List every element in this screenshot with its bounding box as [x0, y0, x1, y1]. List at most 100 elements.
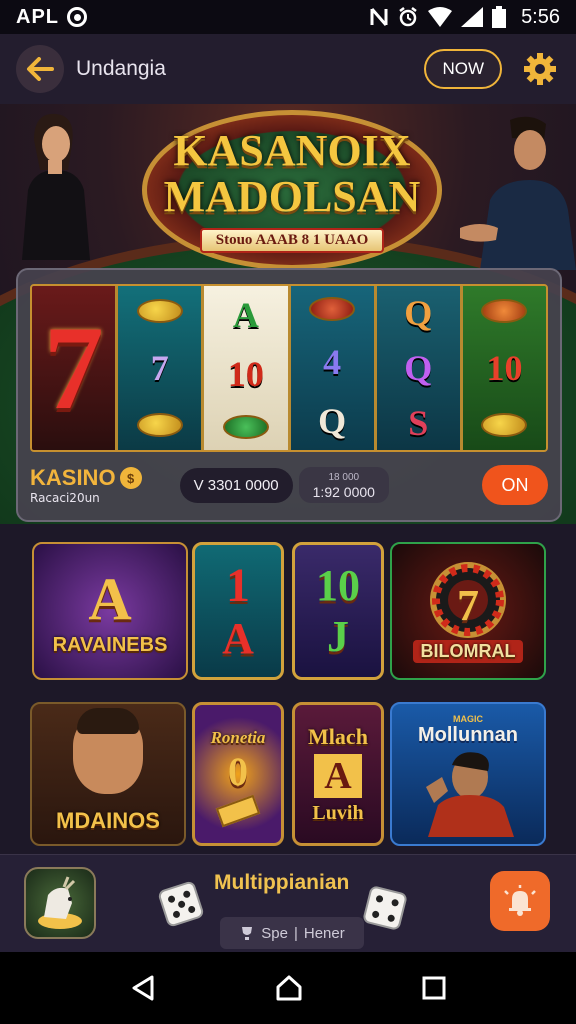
- now-button[interactable]: NOW: [424, 49, 502, 89]
- bell-icon: [504, 885, 536, 916]
- tile-label: Luvih: [312, 801, 364, 824]
- trophy-icon: [242, 927, 253, 940]
- reel-symbol: 7: [150, 347, 169, 388]
- game-tile[interactable]: MDAINOS: [30, 702, 186, 846]
- kasino-brand: KASINO $ Racaci20un: [30, 465, 142, 505]
- divider: |: [293, 924, 298, 942]
- recents-icon[interactable]: [422, 976, 446, 1000]
- reel-symbol: A: [232, 295, 259, 336]
- game-tile[interactable]: A RAVAINEBS: [32, 542, 188, 680]
- record-icon: [67, 7, 87, 27]
- tile-label: BILOMRAL: [412, 639, 524, 663]
- tile-symbol: 10: [316, 561, 360, 610]
- gem-icon: [136, 412, 183, 437]
- tile-symbol: 1: [226, 559, 250, 612]
- page-title: Undangia: [76, 57, 166, 80]
- tile-label: Ronetia: [210, 727, 266, 747]
- dock-sub-left: Spe: [261, 924, 288, 942]
- settings-button[interactable]: [520, 49, 560, 89]
- status-bar: APL 5:56: [0, 0, 576, 34]
- dealer-woman-image: [22, 113, 90, 260]
- gem-icon: [481, 299, 528, 324]
- reel-symbol: Q: [318, 400, 347, 441]
- game-tile[interactable]: 10 J: [292, 542, 384, 680]
- reel-3: A 10: [204, 286, 291, 450]
- game-tile[interactable]: 1 A: [192, 542, 284, 680]
- game-grid: A RAVAINEBS 1 A 10 J 7 BILOMRAL MDAINOS …: [0, 524, 576, 854]
- bottom-dock: Multippianian Spe | Hener: [0, 854, 576, 952]
- arrow-left-icon: [27, 57, 54, 81]
- reel-1: 7: [32, 286, 119, 450]
- nfc-icon: [370, 8, 388, 26]
- reel-symbol: Q: [404, 293, 433, 334]
- reel-symbol: S: [408, 402, 429, 443]
- back-button[interactable]: [16, 45, 64, 93]
- bet-label: 18 000: [328, 472, 360, 483]
- dock-title: Multippianian: [214, 871, 350, 894]
- tile-label: MDAINOS: [56, 808, 160, 833]
- tile-tag: MAGIC: [453, 714, 483, 724]
- app-shortcut[interactable]: [24, 867, 96, 939]
- tile-symbol: A: [314, 753, 362, 798]
- app-header: Undangia NOW: [0, 34, 576, 104]
- hero-character-image: [426, 752, 514, 837]
- reel-symbol: 10: [227, 353, 264, 394]
- game-tile[interactable]: Ronetia 0: [192, 702, 284, 846]
- logo-title-line1: KASANOIX: [173, 125, 411, 175]
- gem-icon: [309, 297, 356, 322]
- game-tile[interactable]: 7 BILOMRAL: [390, 542, 546, 680]
- reel-4: 4 Q: [290, 286, 377, 450]
- coin-icon: $: [119, 467, 142, 489]
- slot-controls: KASINO $ Racaci20un V 3301 0000 18 000 1…: [30, 460, 548, 510]
- gem-icon: [222, 414, 269, 439]
- dice-icon: [157, 880, 205, 928]
- logo-title-line2: MADOLSAN: [163, 171, 421, 221]
- tile-label: Mollunnan: [418, 724, 518, 746]
- reel-6: 10: [462, 286, 546, 450]
- player-man-image: [460, 116, 576, 270]
- slot-reels[interactable]: 7 7 A 10 4 Q Q Q S 10: [30, 284, 548, 452]
- kasino-label: KASINO: [30, 465, 116, 490]
- bet-display[interactable]: 18 000 1:92 0000: [298, 467, 389, 503]
- tile-symbol: A: [222, 614, 254, 663]
- gear-icon: [524, 53, 556, 85]
- reel-symbol: 4: [323, 341, 342, 382]
- alarm-icon: [399, 7, 417, 27]
- battery-icon: [492, 6, 507, 28]
- home-icon[interactable]: [275, 974, 303, 1002]
- tile-symbol: J: [327, 612, 349, 661]
- reel-symbol: 7: [43, 301, 104, 434]
- tile-symbol: A: [88, 566, 132, 632]
- tile-symbol: 0: [228, 748, 248, 794]
- game-tile[interactable]: MAGIC Mollunnan: [390, 702, 546, 846]
- slot-machine-panel: 7 7 A 10 4 Q Q Q S 10 KASINO $ Racaci20u…: [16, 268, 562, 522]
- logo-ribbon: Stouo AAAB 8 1 UAAO: [199, 227, 385, 253]
- reel-symbol: 10: [486, 347, 523, 388]
- kasino-sub: Racaci20un: [30, 491, 100, 505]
- bet-value: 1:92 0000: [312, 484, 375, 500]
- balance-display: V 3301 0000: [179, 467, 293, 503]
- signal-icon: [461, 7, 484, 27]
- carrier-label: APL: [16, 5, 59, 28]
- gem-icon: [481, 412, 528, 437]
- character-portrait: [73, 708, 143, 794]
- reel-symbol: Q: [404, 347, 433, 388]
- gem-icon: [136, 299, 183, 324]
- dice-icon: [361, 884, 409, 932]
- tile-symbol: 7: [457, 581, 479, 630]
- game-tile[interactable]: Mlach A Luvih: [292, 702, 384, 846]
- clock: 5:56: [521, 5, 560, 28]
- reel-5: Q Q S: [376, 286, 463, 450]
- dock-sub-right: Hener: [303, 924, 345, 942]
- goat-mascot-icon: [38, 876, 82, 929]
- notification-button[interactable]: [490, 871, 550, 931]
- wifi-icon: [428, 7, 453, 27]
- spin-button[interactable]: ON: [482, 465, 548, 505]
- reel-2: 7: [118, 286, 205, 450]
- tile-label: RAVAINEBS: [52, 634, 168, 656]
- gold-bar-icon: [215, 794, 261, 827]
- status-icons: 5:56: [370, 6, 560, 29]
- back-icon[interactable]: [130, 974, 156, 1002]
- tile-label: Mlach: [308, 723, 368, 749]
- dock-subtitle[interactable]: Spe | Hener: [220, 917, 364, 949]
